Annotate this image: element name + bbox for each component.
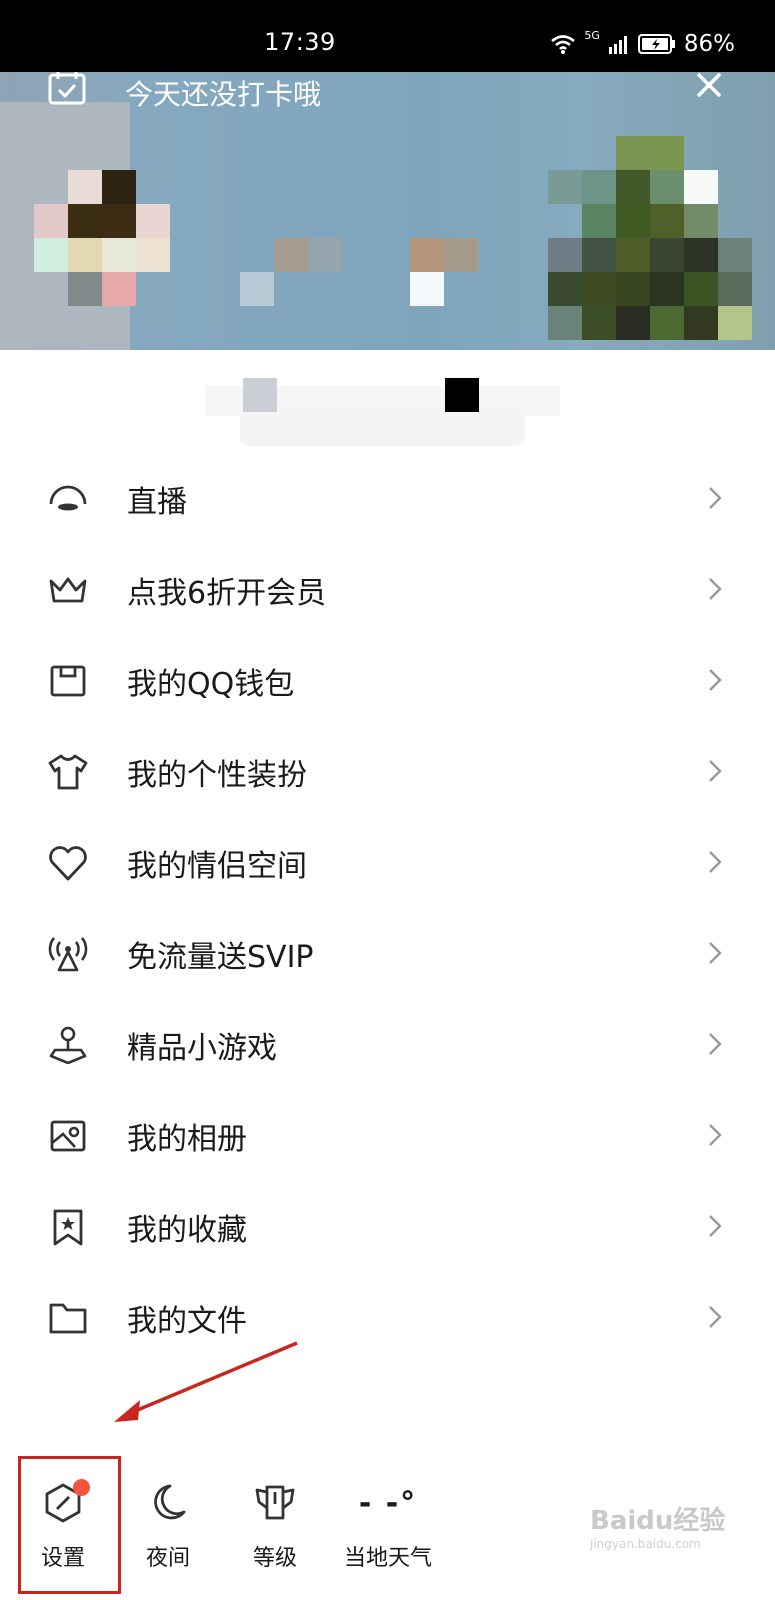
menu-item-favorites[interactable]: 我的收藏 [0, 1181, 775, 1272]
chevron-right-icon [709, 1306, 722, 1328]
checkin-text[interactable]: 今天还没打卡哦 [125, 73, 321, 113]
menu-label: 我的QQ钱包 [127, 667, 295, 702]
tshirt-icon [47, 753, 89, 791]
signal-tower-icon [47, 935, 89, 973]
status-time: 17:39 [264, 28, 336, 56]
bookmark-star-icon [47, 1208, 89, 1246]
photo-album-icon [47, 1117, 89, 1155]
level-label: 等级 [252, 1546, 297, 1571]
level-button[interactable]: 等级 [225, 1480, 325, 1572]
status-bar: 17:39 5G 86% [0, 0, 775, 72]
profile-name-area[interactable] [205, 378, 560, 452]
menu-label: 我的相册 [127, 1122, 247, 1157]
chevron-right-icon [709, 578, 722, 600]
weather-value: - -° [358, 1485, 418, 1521]
heart-icon [47, 844, 89, 882]
menu-item-couple-space[interactable]: 我的情侣空间 [0, 817, 775, 908]
menu-item-vip[interactable]: 点我6折开会员 [0, 544, 775, 635]
chevron-right-icon [709, 1215, 722, 1237]
trophy-icon [225, 1480, 325, 1526]
watermark-url: jingyan.baidu.com [590, 1537, 701, 1551]
menu-label: 免流量送SVIP [127, 940, 314, 975]
chevron-right-icon [709, 760, 722, 782]
menu-label: 直播 [127, 485, 187, 520]
battery-icon [637, 34, 675, 54]
night-mode-button[interactable]: 夜间 [118, 1480, 218, 1572]
crown-icon [47, 571, 89, 609]
moon-icon [118, 1480, 218, 1526]
network-type: 5G [584, 28, 600, 42]
chevron-right-icon [709, 669, 722, 691]
menu-label: 精品小游戏 [127, 1031, 277, 1066]
signal-icon [608, 36, 627, 54]
menu-item-album[interactable]: 我的相册 [0, 1090, 775, 1181]
battery-percent: 86% [683, 31, 735, 57]
joystick-icon [47, 1026, 89, 1064]
chevron-right-icon [709, 487, 722, 509]
menu-item-wallet[interactable]: 我的QQ钱包 [0, 635, 775, 726]
menu-label: 我的收藏 [127, 1213, 247, 1248]
wifi-icon [551, 35, 576, 54]
status-icons: 5G 86% [550, 28, 735, 58]
menu-item-free-data[interactable]: 免流量送SVIP [0, 908, 775, 999]
chevron-right-icon [709, 851, 722, 873]
wallet-icon [47, 662, 89, 700]
profile-banner: 今天还没打卡哦 [0, 72, 775, 350]
menu-label: 我的个性装扮 [127, 758, 307, 793]
weather-label: 当地天气 [343, 1546, 432, 1571]
drawer-menu: 直播 点我6折开会员 我的QQ钱包 我的个性装扮 我的情侣空间 免流量送SVIP… [0, 453, 775, 1363]
chevron-right-icon [709, 942, 722, 964]
chevron-right-icon [709, 1033, 722, 1055]
menu-item-mini-games[interactable]: 精品小游戏 [0, 999, 775, 1090]
night-label: 夜间 [145, 1546, 190, 1571]
menu-label: 我的情侣空间 [127, 849, 307, 884]
menu-item-live[interactable]: 直播 [0, 453, 775, 544]
calendar-check-icon [48, 72, 86, 105]
live-icon [47, 480, 89, 518]
menu-item-outfit[interactable]: 我的个性装扮 [0, 726, 775, 817]
highlight-box [18, 1456, 121, 1594]
watermark: Baidu经验 jingyan.baidu.com [590, 1500, 725, 1551]
weather-button[interactable]: - -° 当地天气 [333, 1480, 443, 1572]
menu-label: 点我6折开会员 [127, 576, 327, 611]
folder-icon [47, 1299, 89, 1337]
menu-item-files[interactable]: 我的文件 [0, 1272, 775, 1363]
close-icon[interactable] [692, 72, 728, 104]
watermark-text: Baidu经验 [590, 1506, 726, 1536]
chevron-right-icon [709, 1124, 722, 1146]
menu-label: 我的文件 [127, 1304, 247, 1339]
